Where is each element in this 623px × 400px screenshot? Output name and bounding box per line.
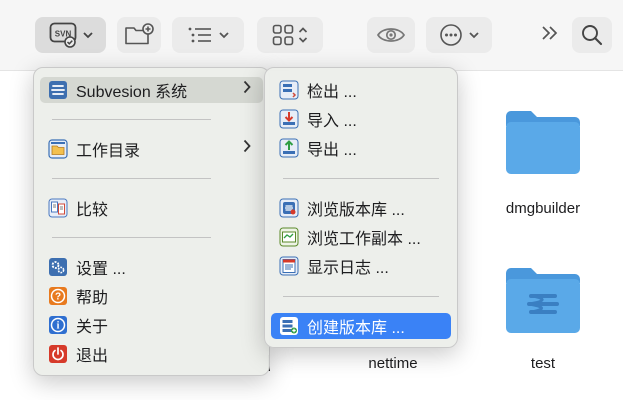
file-name: test <box>530 355 556 372</box>
chevron-right-icon <box>243 139 251 157</box>
chevron-right-icon <box>243 80 251 98</box>
file-item[interactable]: dmgbuilder <box>488 100 598 225</box>
create-repository-icon <box>279 316 299 336</box>
file-name: dmgbuilder <box>505 200 581 217</box>
menu-item-label: 比较 <box>76 202 109 219</box>
menu-item-browse-repository[interactable]: 浏览版本库 ... <box>271 195 451 221</box>
menu-separator <box>52 119 211 120</box>
working-directory-icon <box>48 139 68 159</box>
import-icon <box>279 109 299 129</box>
menu-item-label: 关于 <box>76 319 109 336</box>
menu-separator <box>283 296 439 297</box>
menu-separator <box>52 178 211 179</box>
quick-look-button[interactable] <box>367 17 415 53</box>
menu-item-label: 导出 ... <box>307 142 357 159</box>
power-icon <box>48 344 68 364</box>
subversion-submenu: 检出 ... 导入 ... 导出 ... 浏览版本库 ... 浏览工作副本 ..… <box>264 67 458 348</box>
menu-item-working-directory[interactable]: 工作目录 <box>40 136 263 162</box>
menu-item-browse-working-copy[interactable]: 浏览工作副本 ... <box>271 224 451 250</box>
new-folder-icon <box>124 23 154 47</box>
new-folder-button[interactable] <box>117 17 161 53</box>
menu-item-label: 退出 <box>76 348 109 365</box>
menu-item-label: 浏览工作副本 ... <box>307 231 421 248</box>
svg-text:?: ? <box>55 292 61 303</box>
menu-item-subversion-system[interactable]: Subvesion 系统 <box>40 77 263 103</box>
gear-icon <box>48 257 68 277</box>
menu-item-label: 导入 ... <box>307 113 357 130</box>
more-actions-button[interactable] <box>426 17 492 53</box>
log-icon <box>279 256 299 276</box>
chevron-down-icon <box>469 31 479 39</box>
file-item[interactable]: test <box>488 260 598 375</box>
help-icon: ? <box>48 286 68 306</box>
menu-item-import[interactable]: 导入 ... <box>271 106 451 132</box>
grid-icon <box>272 24 294 46</box>
menu-item-show-log[interactable]: 显示日志 ... <box>271 253 451 279</box>
menu-item-label: 设置 ... <box>76 261 126 278</box>
svn-system-icon <box>48 80 68 100</box>
menu-item-label: 工作目录 <box>76 143 141 160</box>
double-chevron-right-icon <box>541 25 559 46</box>
menu-item-label: 检出 ... <box>307 84 357 101</box>
menu-item-label: Subvesion 系统 <box>76 84 188 101</box>
menu-item-label: 帮助 <box>76 290 109 307</box>
ellipsis-circle-icon <box>439 23 463 47</box>
list-view-button[interactable] <box>172 17 244 53</box>
menu-item-checkout[interactable]: 检出 ... <box>271 77 451 103</box>
checkout-icon <box>279 80 299 100</box>
chevron-down-icon <box>82 31 93 39</box>
menu-item-label: 显示日志 ... <box>307 260 389 277</box>
menu-item-help[interactable]: ? 帮助 <box>40 283 263 309</box>
menu-item-about[interactable]: i 关于 <box>40 312 263 338</box>
icon-view-button[interactable] <box>257 17 323 53</box>
toolbar-overflow-button[interactable] <box>535 17 565 53</box>
menu-item-compare[interactable]: 比较 <box>40 195 263 221</box>
svn-main-menu: Subvesion 系统 工作目录 比较 设置 ... ? 帮助 i 关于 退出 <box>33 67 270 376</box>
menu-item-settings[interactable]: 设置 ... <box>40 254 263 280</box>
chevron-updown-icon <box>298 26 308 44</box>
menu-item-label: 创建版本库 ... <box>307 320 405 337</box>
svn-icon: SVN <box>49 22 77 48</box>
export-icon <box>279 138 299 158</box>
folder-icon <box>503 108 583 181</box>
menu-item-export[interactable]: 导出 ... <box>271 135 451 161</box>
search-button[interactable] <box>572 17 612 53</box>
chevron-down-icon <box>219 31 229 39</box>
menu-item-quit[interactable]: 退出 <box>40 341 263 367</box>
file-name: nettime <box>368 355 418 372</box>
svn-menu-button[interactable]: SVN <box>35 17 106 53</box>
repository-browser-icon <box>279 198 299 218</box>
search-icon <box>581 24 603 46</box>
working-copy-icon <box>279 227 299 247</box>
menu-item-create-repository[interactable]: 创建版本库 ... <box>271 313 451 339</box>
eye-icon <box>376 25 406 45</box>
svn-repo-folder-icon <box>503 265 583 340</box>
menu-separator <box>283 178 439 179</box>
menu-separator <box>52 237 211 238</box>
menu-item-label: 浏览版本库 ... <box>307 202 405 219</box>
finder-toolbar: SVN <box>0 0 623 71</box>
list-icon <box>187 26 213 44</box>
compare-icon <box>48 198 68 218</box>
info-icon: i <box>48 315 68 335</box>
svg-text:i: i <box>57 321 60 332</box>
